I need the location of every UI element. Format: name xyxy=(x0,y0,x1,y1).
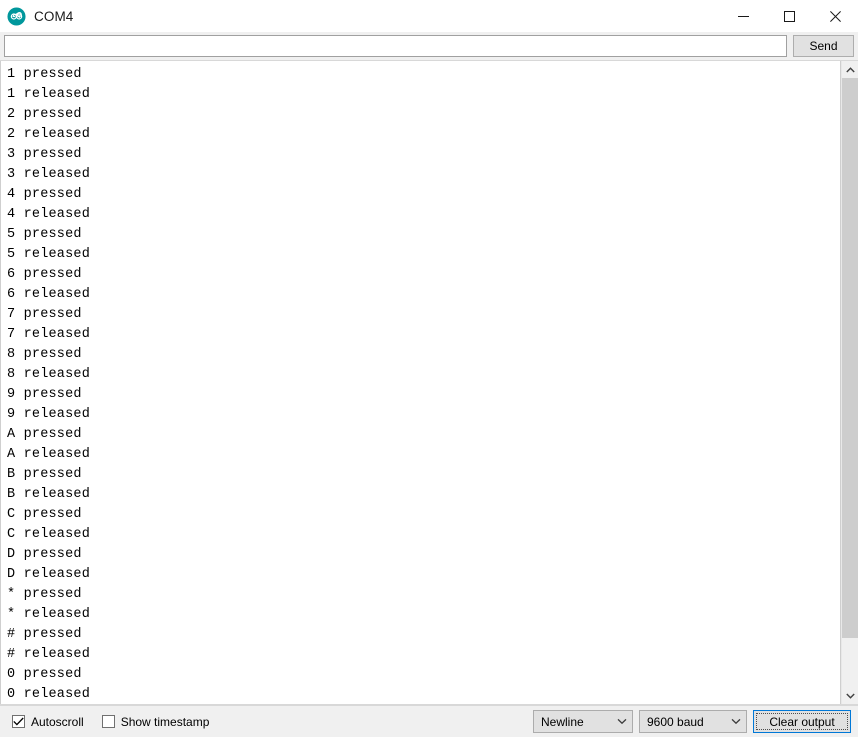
baud-rate-dropdown[interactable]: 9600 baud xyxy=(639,710,747,733)
autoscroll-label: Autoscroll xyxy=(31,714,84,729)
output-line: B released xyxy=(7,487,91,502)
maximize-icon xyxy=(783,10,795,22)
output-line: B pressed xyxy=(7,467,82,482)
autoscroll-checkbox[interactable]: Autoscroll xyxy=(12,715,84,728)
output-line: D pressed xyxy=(7,547,82,562)
show-timestamp-checkbox[interactable]: Show timestamp xyxy=(101,714,210,729)
serial-output-area: 1 pressed 1 released 2 pressed 2 released 3 … xyxy=(0,60,858,705)
chevron-up-icon xyxy=(845,66,855,72)
clear-output-label: Clear output xyxy=(769,714,835,729)
output-line: 0 released xyxy=(7,687,91,702)
output-line: 4 pressed xyxy=(7,187,82,202)
output-line: 3 released xyxy=(7,167,91,182)
output-line: 3 pressed xyxy=(7,147,82,162)
minimize-button[interactable] xyxy=(720,0,766,32)
window-controls xyxy=(720,0,858,32)
serial-monitor-window: COM4 Send 1 pressed 1 released 2 pressed… xyxy=(0,0,858,737)
close-button[interactable] xyxy=(812,0,858,32)
output-line: C pressed xyxy=(7,507,82,522)
line-ending-value: Newline xyxy=(541,715,584,728)
output-line: D released xyxy=(7,567,91,582)
output-line: 4 released xyxy=(7,207,91,222)
chevron-down-icon xyxy=(845,693,855,699)
title-bar: COM4 xyxy=(0,0,858,32)
output-line: 7 released xyxy=(7,327,91,342)
output-line: 6 pressed xyxy=(7,267,82,282)
output-line: 9 released xyxy=(7,407,91,422)
line-ending-dropdown[interactable]: Newline xyxy=(533,710,633,733)
serial-send-input[interactable] xyxy=(4,35,787,57)
output-line: 2 released xyxy=(7,127,91,142)
minimize-icon xyxy=(737,15,749,17)
output-line: A pressed xyxy=(7,427,82,442)
output-line: C released xyxy=(7,527,91,542)
output-line: * released xyxy=(7,607,91,622)
output-line: 2 pressed xyxy=(7,107,82,122)
output-line: 7 pressed xyxy=(7,307,82,322)
autoscroll-checkbox-box[interactable] xyxy=(12,715,25,728)
window-title: COM4 xyxy=(34,8,74,24)
output-line: 1 released xyxy=(7,87,91,102)
send-button[interactable]: Send xyxy=(793,35,854,57)
output-line: 1 pressed xyxy=(7,67,82,82)
output-line: 9 pressed xyxy=(7,387,82,402)
close-icon xyxy=(829,10,841,22)
checkmark-icon xyxy=(13,717,24,726)
output-line: 8 released xyxy=(7,367,91,382)
clear-output-button[interactable]: Clear output xyxy=(753,710,851,733)
output-line: 5 pressed xyxy=(7,227,82,242)
status-bar: Autoscroll Show timestamp Newline 9600 b… xyxy=(0,705,858,737)
scroll-down-button[interactable] xyxy=(842,687,858,704)
chevron-down-icon xyxy=(726,718,746,725)
output-line: * pressed xyxy=(7,587,82,602)
output-line: 8 pressed xyxy=(7,347,82,362)
send-row: Send xyxy=(0,32,858,60)
baud-rate-value: 9600 baud xyxy=(647,715,704,728)
output-scrollbar[interactable] xyxy=(841,61,858,704)
output-line: # pressed xyxy=(7,627,82,642)
output-line: 6 released xyxy=(7,287,91,302)
chevron-down-icon xyxy=(612,718,632,725)
output-line: # released xyxy=(7,647,91,662)
output-line: A released xyxy=(7,447,91,462)
output-line: 0 pressed xyxy=(7,667,82,682)
serial-output-text[interactable]: 1 pressed 1 released 2 pressed 2 released 3 … xyxy=(0,61,841,704)
title-bar-left: COM4 xyxy=(0,6,74,26)
show-timestamp-label: Show timestamp xyxy=(120,714,210,729)
arduino-infinity-logo-icon xyxy=(7,6,26,26)
scroll-up-button[interactable] xyxy=(842,61,858,78)
scrollbar-thumb[interactable] xyxy=(842,78,858,639)
maximize-button[interactable] xyxy=(766,0,812,32)
scrollbar-track[interactable] xyxy=(842,78,858,687)
show-timestamp-checkbox-box[interactable] xyxy=(101,715,115,728)
output-line: 5 released xyxy=(7,247,91,262)
